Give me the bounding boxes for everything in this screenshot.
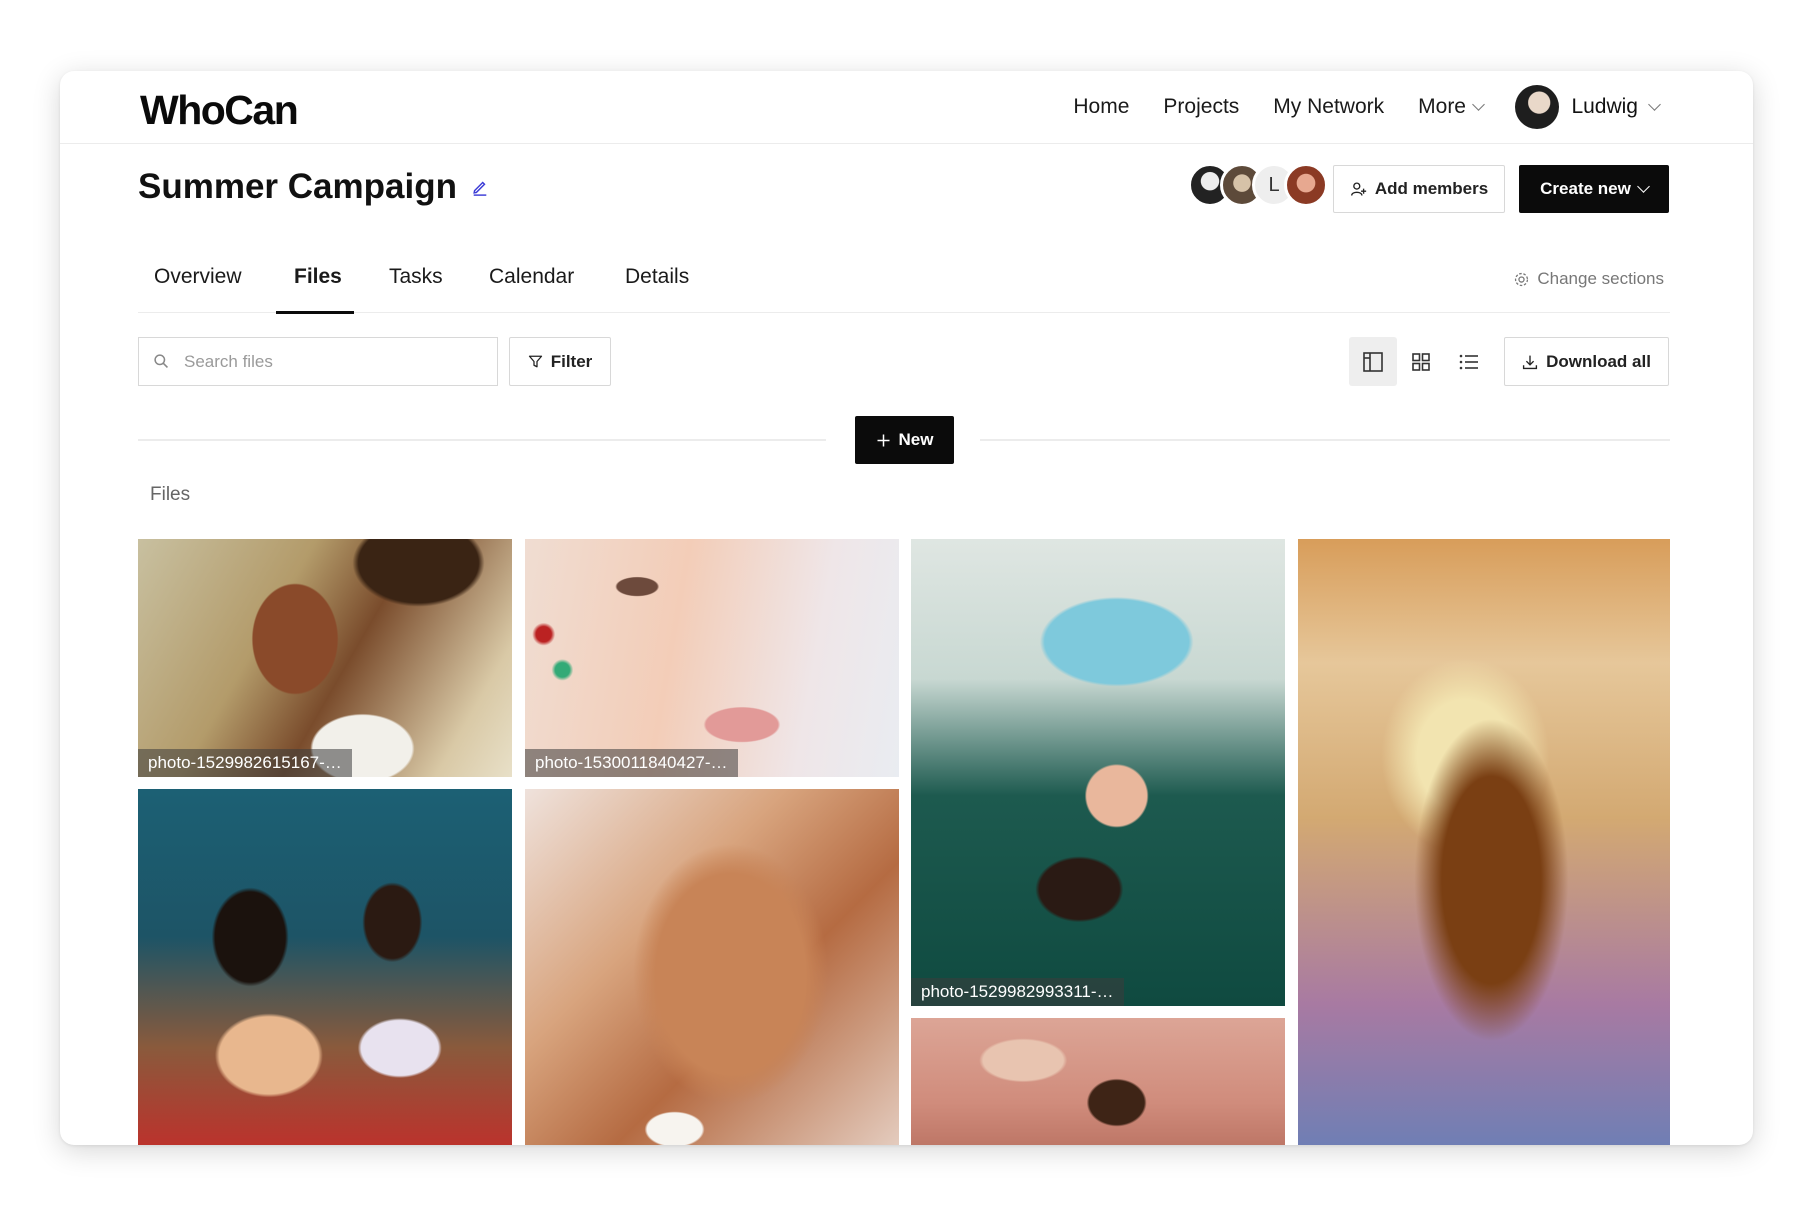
plus-icon — [877, 434, 890, 446]
change-sections-label: Change sections — [1537, 269, 1664, 288]
top-navbar: WhoCan Home Projects My Network More Lud… — [60, 71, 1753, 144]
layout-panel-icon — [1363, 351, 1383, 372]
active-tab-indicator — [276, 311, 354, 314]
nav-more[interactable]: More — [1418, 95, 1485, 119]
file-thumbnail[interactable] — [1298, 539, 1670, 1145]
avatar — [1284, 163, 1328, 207]
nav-home[interactable]: Home — [1073, 95, 1129, 119]
section-tabs: Overview Files Tasks Calendar Details Ch… — [138, 253, 1670, 314]
new-label: New — [898, 430, 934, 449]
file-name: photo-1530011840427-… — [525, 749, 738, 777]
grid-icon — [1412, 352, 1430, 371]
create-new-button[interactable]: Create new — [1519, 165, 1669, 213]
create-new-label: Create new — [1540, 179, 1631, 198]
divider — [980, 439, 1670, 441]
page-title: Summer Campaign — [138, 167, 457, 206]
file-thumbnail[interactable] — [138, 789, 512, 1145]
change-sections-button[interactable]: Change sections — [1513, 269, 1664, 289]
file-thumbnail[interactable] — [911, 1018, 1285, 1145]
tab-details[interactable]: Details — [625, 253, 689, 313]
file-name: photo-1529982993311-… — [911, 978, 1124, 1006]
files-section-label: Files — [150, 484, 191, 505]
download-icon — [1522, 355, 1538, 369]
filter-label: Filter — [550, 351, 593, 371]
chevron-down-icon — [1648, 98, 1661, 111]
user-name: Ludwig — [1571, 95, 1638, 118]
gallery-view-button[interactable] — [1349, 337, 1397, 386]
search-input[interactable] — [184, 351, 464, 372]
download-all-label: Download all — [1546, 351, 1651, 371]
nav-more-label: More — [1418, 95, 1466, 118]
file-thumbnail[interactable]: photo-1530011840427-… — [525, 539, 899, 777]
download-all-button[interactable]: Download all — [1504, 337, 1669, 386]
divider — [138, 439, 826, 441]
page-title-row: Summer Campaign — [138, 167, 489, 207]
file-name: photo-1529982615167-… — [138, 749, 352, 777]
search-box — [138, 337, 498, 386]
tab-calendar[interactable]: Calendar — [489, 253, 574, 313]
file-thumbnail[interactable]: photo-1529982615167-… — [138, 539, 512, 777]
chevron-down-icon — [1636, 180, 1650, 193]
list-icon — [1459, 354, 1478, 369]
avatar — [1515, 85, 1560, 129]
filter-button[interactable]: Filter — [509, 337, 611, 386]
add-members-button[interactable]: Add members — [1333, 165, 1505, 213]
grid-view-button[interactable] — [1397, 337, 1445, 386]
tab-overview[interactable]: Overview — [154, 253, 242, 313]
main-nav: Home Projects My Network More — [1073, 95, 1485, 119]
tab-files[interactable]: Files — [294, 253, 342, 313]
app-window: WhoCan Home Projects My Network More Lud… — [60, 71, 1753, 1145]
file-thumbnail[interactable] — [525, 789, 899, 1145]
user-menu[interactable]: Ludwig — [1515, 85, 1661, 129]
gear-icon — [1515, 272, 1529, 286]
tab-tasks[interactable]: Tasks — [389, 253, 443, 313]
file-thumbnail[interactable]: photo-1529982993311-… — [911, 539, 1285, 1006]
member-avatars[interactable]: L — [1188, 163, 1328, 207]
nav-projects[interactable]: Projects — [1163, 95, 1239, 119]
add-user-icon — [1350, 181, 1366, 196]
app-logo[interactable]: WhoCan — [140, 87, 299, 134]
add-members-label: Add members — [1374, 179, 1489, 198]
pencil-icon[interactable] — [471, 178, 489, 196]
new-button[interactable]: New — [855, 416, 954, 464]
nav-my-network[interactable]: My Network — [1273, 95, 1384, 119]
search-icon — [154, 354, 168, 368]
chevron-down-icon — [1472, 98, 1485, 111]
list-view-button[interactable] — [1445, 337, 1493, 386]
filter-icon — [528, 355, 542, 368]
